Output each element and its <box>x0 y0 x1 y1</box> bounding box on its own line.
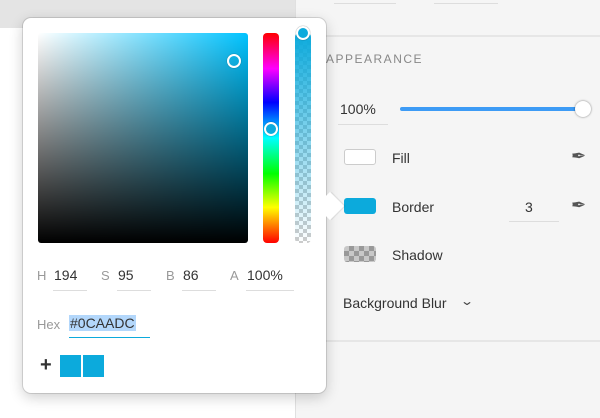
add-swatch-button[interactable]: + <box>40 354 52 377</box>
hex-underline <box>69 337 150 338</box>
document-swatch[interactable] <box>60 355 81 377</box>
color-cursor[interactable] <box>227 54 241 68</box>
h-input[interactable]: 194 <box>54 267 77 283</box>
hue-handle[interactable] <box>264 122 278 136</box>
saturation-brightness-area[interactable] <box>38 33 248 243</box>
color-picker-popover: H 194 S 95 B 86 A 100% Hex #0CAADC + <box>23 18 345 393</box>
h-label: H <box>37 268 47 283</box>
opacity-slider-handle[interactable] <box>575 101 591 117</box>
background-blur-dropdown[interactable]: Background Blur <box>343 295 447 311</box>
eyedropper-icon[interactable]: ✒ <box>571 195 586 216</box>
s-label: S <box>101 268 110 283</box>
document-swatch[interactable] <box>83 355 104 377</box>
section-title: APPEARANCE <box>326 52 424 66</box>
shadow-label: Shadow <box>392 247 443 263</box>
b-input[interactable]: 86 <box>183 267 199 283</box>
chevron-down-icon[interactable]: ⌄ <box>460 294 474 308</box>
h-underline <box>53 290 87 291</box>
alpha-slider[interactable] <box>295 33 311 243</box>
divider <box>296 340 600 342</box>
opacity-underline <box>338 124 388 125</box>
eyedropper-icon[interactable]: ✒ <box>571 146 586 167</box>
a-input[interactable]: 100% <box>247 267 283 283</box>
border-label: Border <box>392 199 435 215</box>
top-field-1[interactable] <box>334 3 396 4</box>
fill-label: Fill <box>392 150 410 166</box>
border-width-input[interactable]: 3 <box>525 199 533 215</box>
border-swatch[interactable] <box>344 198 376 214</box>
s-input[interactable]: 95 <box>118 267 134 283</box>
hex-label: Hex <box>37 317 61 332</box>
a-underline <box>246 290 294 291</box>
b-label: B <box>166 268 175 283</box>
shadow-swatch[interactable] <box>344 246 376 262</box>
hex-input[interactable]: #0CAADC <box>69 315 136 331</box>
border-width-underline <box>509 221 559 222</box>
opacity-input[interactable]: 100% <box>340 101 376 117</box>
b-underline <box>182 290 216 291</box>
opacity-slider[interactable] <box>400 107 582 111</box>
s-underline <box>117 290 151 291</box>
divider <box>296 35 600 37</box>
hue-slider[interactable] <box>263 33 279 243</box>
alpha-handle[interactable] <box>296 26 310 40</box>
a-label: A <box>230 268 239 283</box>
fill-swatch[interactable] <box>344 149 376 165</box>
top-field-2[interactable] <box>434 3 498 4</box>
